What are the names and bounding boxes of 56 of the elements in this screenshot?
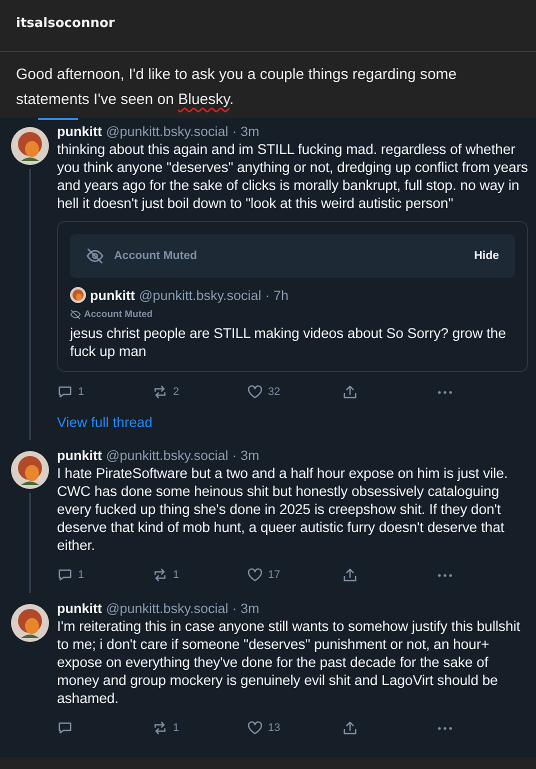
post-handle[interactable]: @punkitt.bsky.social [106, 124, 228, 139]
repost-button[interactable]: 1 [152, 567, 247, 583]
banner-label: Account Muted [114, 250, 198, 262]
view-thread-link[interactable]: View full thread [57, 414, 152, 430]
more-button[interactable] [437, 390, 453, 394]
more-button[interactable] [437, 572, 453, 578]
display-name[interactable]: punkitt [57, 124, 102, 139]
ellipsis-icon [437, 726, 453, 730]
display-name[interactable]: punkitt [57, 601, 102, 616]
display-name[interactable]: punkitt [57, 448, 102, 463]
post-time: · 7h [265, 288, 289, 302]
avatar[interactable] [10, 127, 48, 165]
reply-button[interactable]: 1 [57, 567, 152, 583]
post-text: thinking about this again and im STILL fucking mad. regardless of whether you think anyone "deserves" anything or not, dredging up conflict from years and years ago for the sake of clicks is morally bankrupt, full stop. no way in hell it doesn't just boil down to "look at this weird autistic person" [57, 141, 528, 213]
post-text: I hate PirateSoftware but a two and a half hour expose on him is just vile. CWC has done some heinous shit but honestly obsessively cataloguing every fucked up thing she's done in 2025 is creepshow shit. If they don't deserve that kind of mob hunt, a queer autistic furry doesn't deserve that either. [57, 465, 509, 555]
username: itsalsoconnor [16, 16, 115, 31]
tab-indicator [38, 118, 78, 120]
post-handle[interactable]: @punkitt.bsky.social [139, 288, 262, 302]
post-time: · 3m [232, 124, 260, 139]
share-icon [342, 384, 358, 400]
post-time: · 3m [232, 448, 260, 463]
post-time: · 3m [232, 601, 260, 616]
reply-icon [57, 384, 73, 400]
reply-icon [57, 567, 73, 583]
eye-slash-icon [70, 309, 81, 320]
post-handle[interactable]: @punkitt.bsky.social [106, 448, 228, 463]
hide-button[interactable]: Hide [474, 250, 499, 262]
post-text: jesus christ people are STILL making videos about So Sorry? grow the fuck up man [70, 325, 507, 361]
eye-slash-icon [86, 247, 104, 265]
like-button[interactable]: 17 [247, 567, 342, 583]
message-text[interactable]: Good afternoon, I'd like to ask you a couple things regarding some statements I've seen on Bluesky. [16, 62, 520, 112]
more-button[interactable] [437, 726, 453, 730]
avatar[interactable] [70, 287, 86, 303]
repost-icon [152, 720, 168, 736]
avatar[interactable] [10, 604, 48, 642]
reply-button[interactable]: 1 [57, 384, 152, 400]
reply-icon [57, 720, 73, 736]
repost-icon [152, 384, 168, 400]
heart-icon [247, 720, 263, 736]
post-handle[interactable]: @punkitt.bsky.social [106, 601, 228, 616]
repost-icon [152, 567, 168, 583]
display-name[interactable]: punkitt [90, 288, 135, 302]
like-button[interactable]: 13 [247, 720, 342, 736]
muted-label: Account Muted [84, 309, 153, 320]
ellipsis-icon [437, 572, 453, 578]
share-icon [342, 567, 358, 583]
repost-button[interactable]: 1 [152, 720, 247, 736]
ellipsis-icon [437, 390, 453, 394]
repost-button[interactable]: 2 [152, 384, 247, 400]
post-text: I'm reiterating this in case anyone still wants to somehow justify this bullshit to me; i don't care if someone "deserves" punishment or not, an hour+ expose on everything they've done for the past decade for the sake of money and group mockery is genuinely evil shit and LagoVirt should be ashamed. [57, 618, 522, 708]
heart-icon [247, 567, 263, 583]
like-button[interactable]: 32 [247, 384, 342, 400]
share-icon [342, 720, 358, 736]
quote-card[interactable]: Account Muted Hide punkitt @punkitt.bsky.social · 7h Account Muted jesus christ people are STILL making videos about So Sorry? grow the fuck up man [57, 221, 528, 372]
avatar[interactable] [10, 451, 48, 489]
heart-icon [247, 384, 263, 400]
